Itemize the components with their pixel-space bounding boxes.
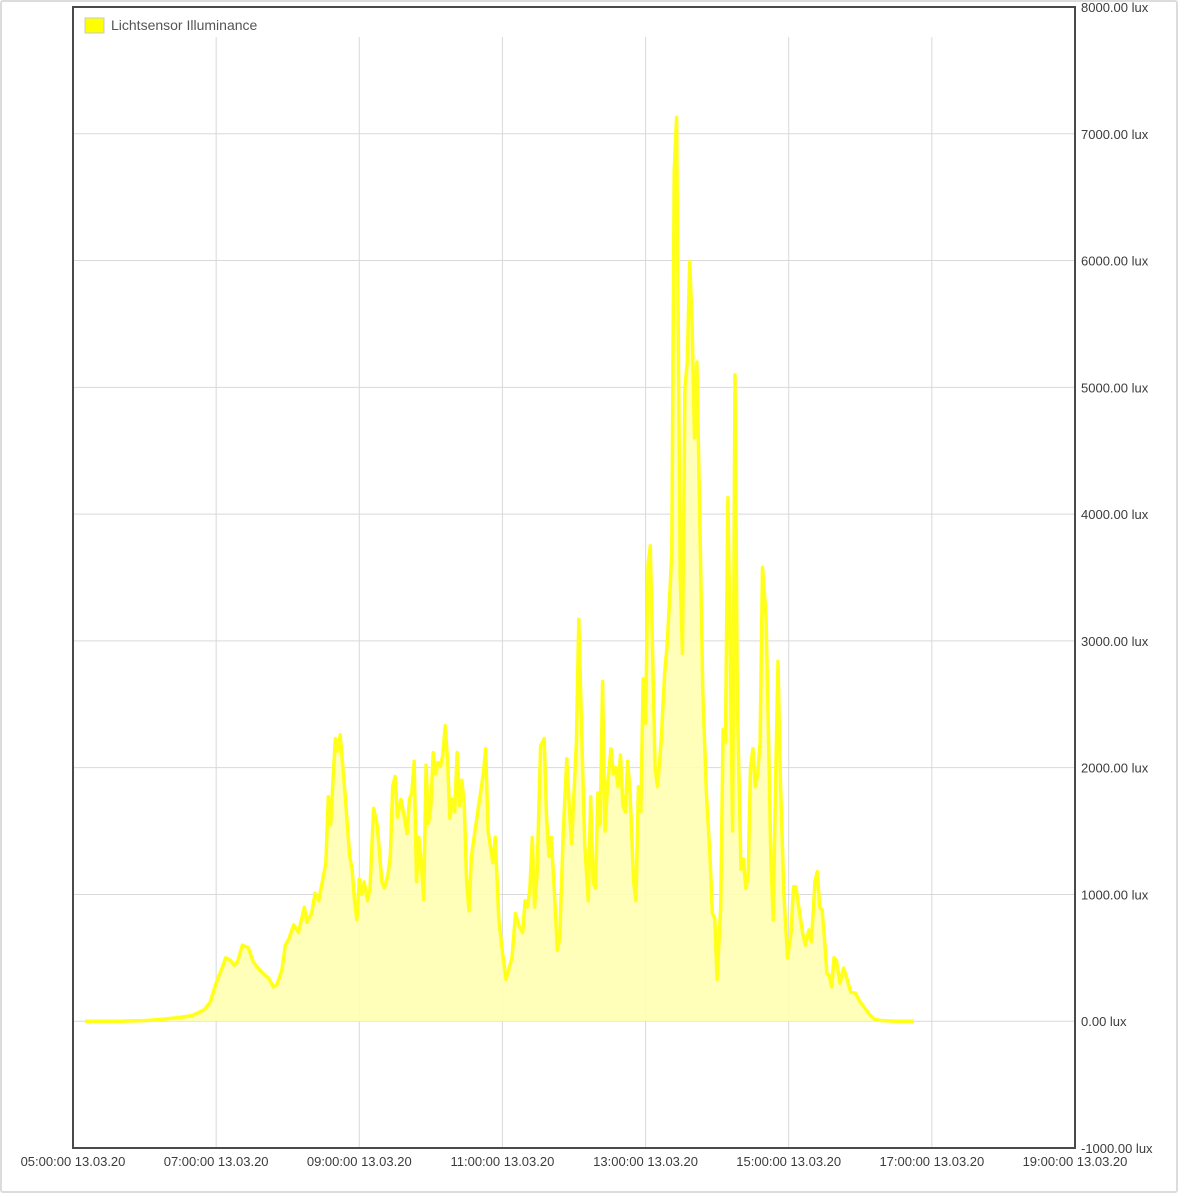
- x-tick-label: 09:00:00 13.03.20: [307, 1154, 412, 1169]
- y-tick-label: 2000.00 lux: [1081, 761, 1149, 776]
- series-area-fill: [84, 117, 914, 1022]
- y-tick-label: 0.00 lux: [1081, 1014, 1127, 1029]
- y-tick-label: 6000.00 lux: [1081, 254, 1149, 269]
- legend-swatch: [84, 17, 105, 34]
- y-tick-label: 3000.00 lux: [1081, 634, 1149, 649]
- y-axis-ticks: 8000.00 lux 7000.00 lux 6000.00 lux 5000.00…: [1081, 0, 1153, 1156]
- illuminance-chart: 8000.00 lux 7000.00 lux 6000.00 lux 5000.00…: [21, 0, 1153, 1169]
- x-tick-label: 05:00:00 13.03.20: [21, 1154, 126, 1169]
- x-tick-label: 11:00:00 13.03.20: [450, 1154, 554, 1169]
- x-axis-ticks: 05:00:00 13.03.20 07:00:00 13.03.20 09:00:…: [21, 1154, 1128, 1169]
- x-tick-label: 17:00:00 13.03.20: [879, 1154, 984, 1169]
- legend[interactable]: Lichtsensor Illuminance: [84, 17, 258, 34]
- x-tick-label: 07:00:00 13.03.20: [164, 1154, 269, 1169]
- y-tick-label: 1000.00 lux: [1081, 887, 1149, 902]
- x-tick-label: 15:00:00 13.03.20: [736, 1154, 841, 1169]
- y-tick-label: 4000.00 lux: [1081, 507, 1149, 522]
- legend-label: Lichtsensor Illuminance: [111, 17, 258, 33]
- x-tick-label: 19:00:00 13.03.20: [1023, 1154, 1128, 1169]
- y-tick-label: 5000.00 lux: [1081, 380, 1149, 395]
- x-tick-label: 13:00:00 13.03.20: [593, 1154, 698, 1169]
- y-tick-label: 8000.00 lux: [1081, 0, 1149, 15]
- series-line: [84, 115, 914, 1023]
- y-tick-label: 7000.00 lux: [1081, 127, 1149, 142]
